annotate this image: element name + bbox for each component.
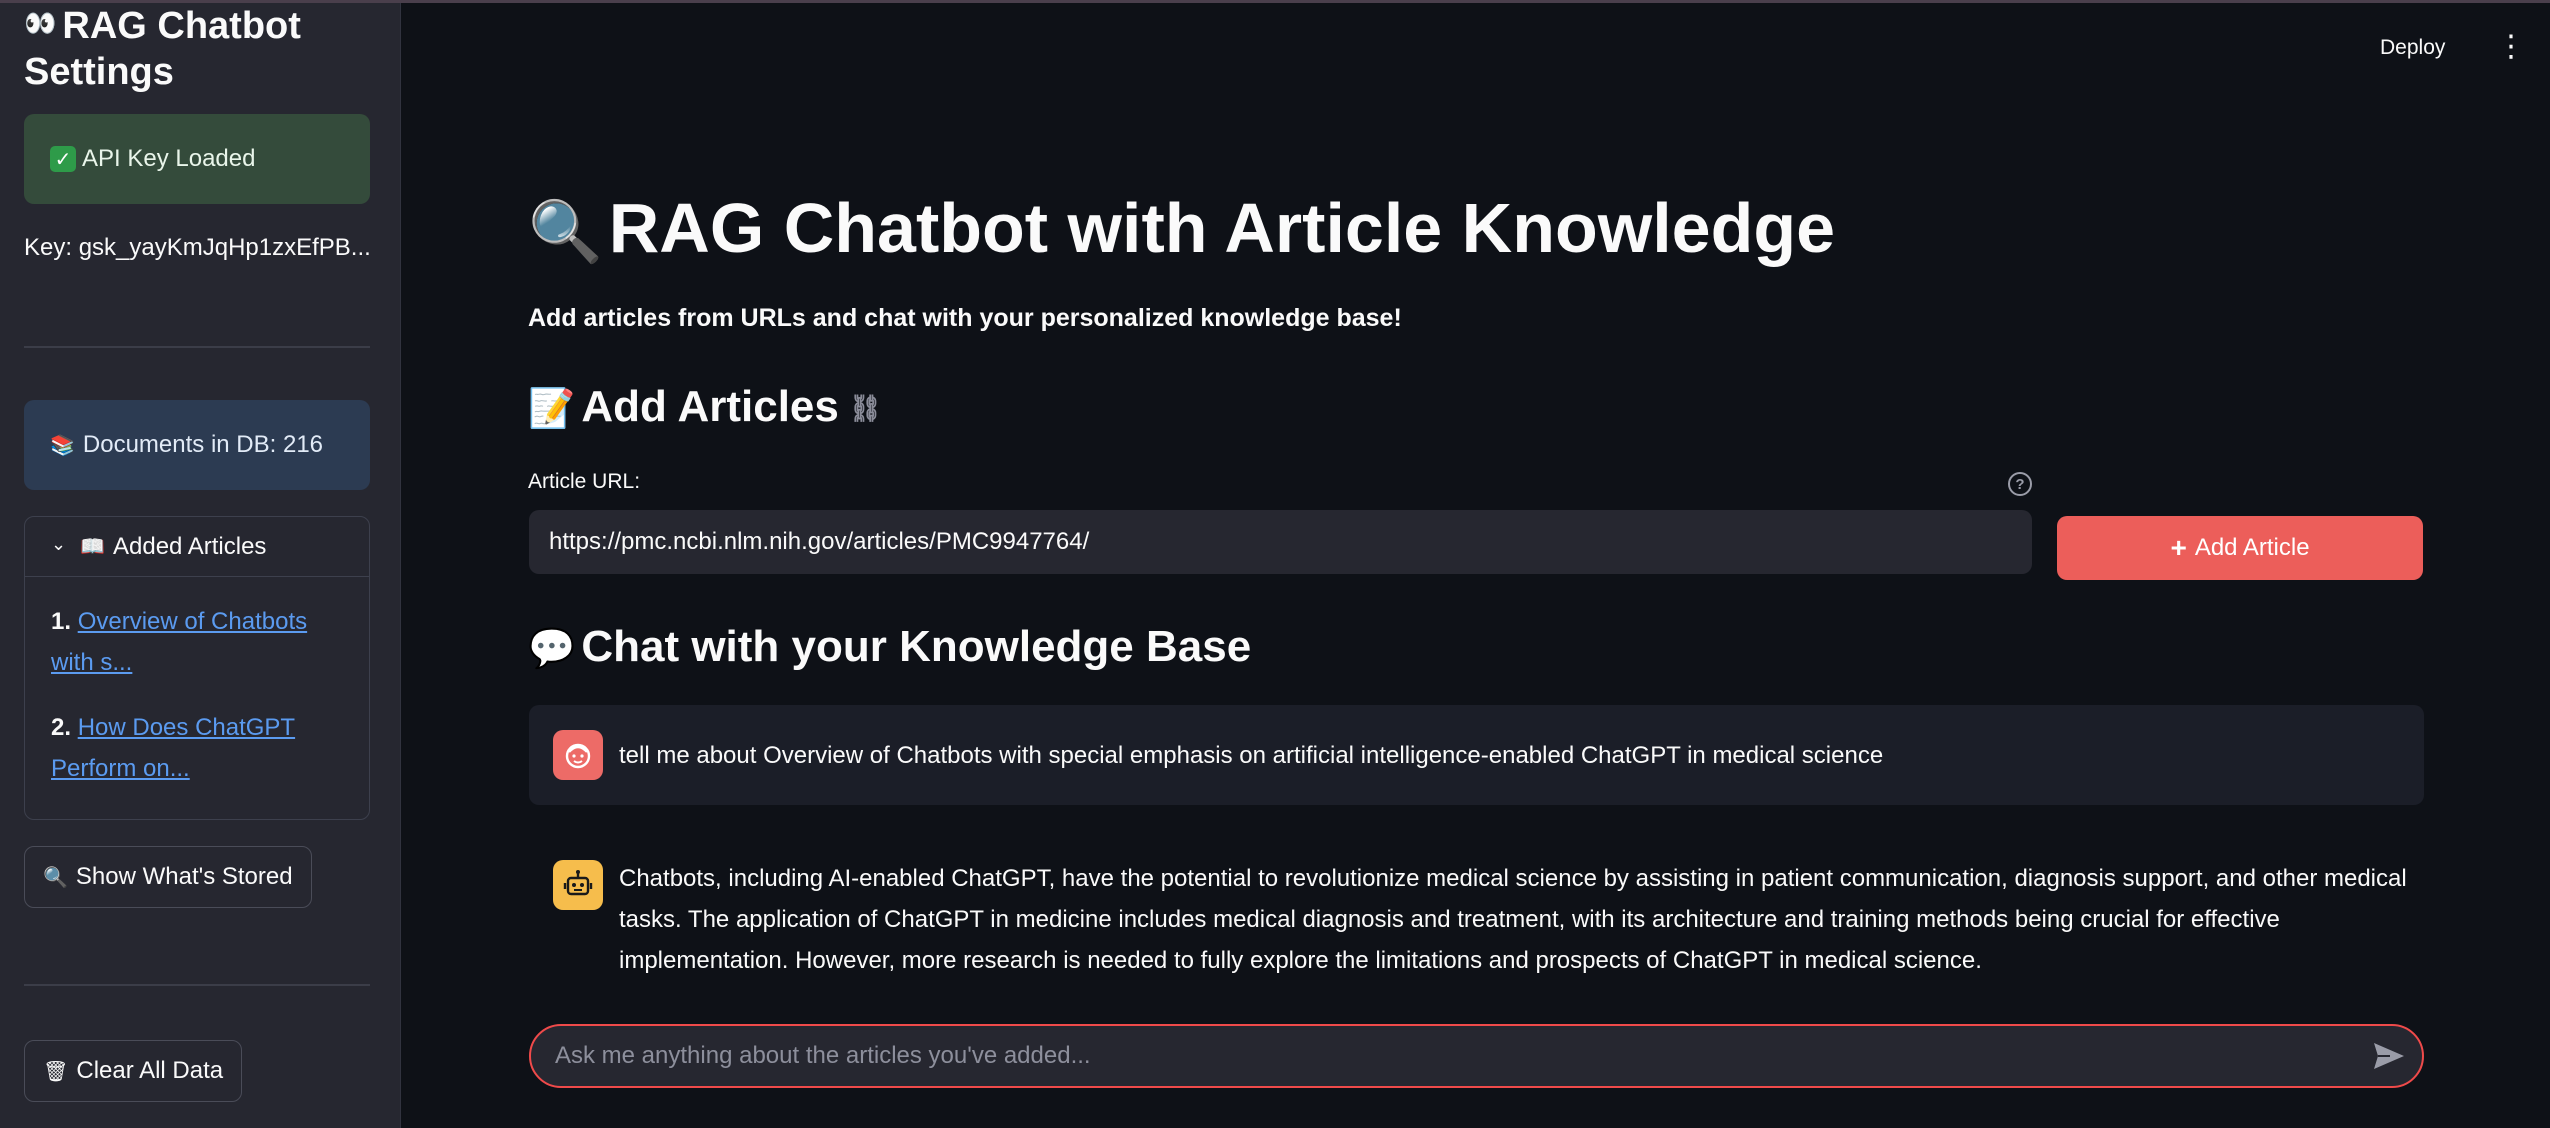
article-item: 1. Overview of Chatbots with s... <box>51 601 343 683</box>
show-stored-button[interactable]: 🔍 Show What's Stored <box>24 846 312 908</box>
api-key-text: Key: gsk_yayKmJqHp1zxEfPB... <box>24 234 371 261</box>
article-url-label: Article URL: <box>528 470 641 493</box>
add-articles-heading: 📝 Add Articles ⛓ <box>528 382 882 431</box>
article-url-input[interactable] <box>529 510 2032 574</box>
page-title: 🔍RAG Chatbot with Article Knowledge <box>528 189 1836 267</box>
api-key-status-box: ✓ API Key Loaded <box>24 114 370 204</box>
chat-heading: 💬 Chat with your Knowledge Base <box>528 622 1252 671</box>
link-icon[interactable]: ⛓ <box>849 393 882 423</box>
added-articles-expander: ⌄ 📖 Added Articles 1. Overview of Chatbo… <box>24 516 370 820</box>
speech-bubble-icon: 💬 <box>528 628 576 670</box>
top-accent-line <box>0 0 2550 3</box>
documents-count-box: 📚 Documents in DB: 216 <box>24 400 370 490</box>
add-article-label: Add Article <box>2194 534 2310 561</box>
article-list: 1. Overview of Chatbots with s... 2. How… <box>25 577 369 789</box>
trash-icon: 🗑 <box>43 1060 69 1083</box>
plus-icon: + <box>2170 532 2187 563</box>
show-stored-label: Show What's Stored <box>75 863 293 890</box>
expander-header[interactable]: ⌄ 📖 Added Articles <box>25 517 369 577</box>
article-link[interactable]: Overview of Chatbots with s... <box>51 608 307 676</box>
deploy-button[interactable]: Deploy <box>2380 36 2445 60</box>
robot-avatar-icon <box>553 860 603 910</box>
user-message: tell me about Overview of Chatbots with … <box>529 705 2424 805</box>
expander-label: Added Articles <box>113 532 267 560</box>
send-icon[interactable] <box>2372 1040 2406 1072</box>
check-icon: ✓ <box>50 146 76 172</box>
eyes-icon: 👀 <box>24 8 57 38</box>
clear-all-data-button[interactable]: 🗑 Clear All Data <box>24 1040 243 1102</box>
clear-all-data-label: Clear All Data <box>76 1057 224 1084</box>
user-avatar-icon <box>553 730 603 780</box>
page-subtitle: Add articles from URLs and chat with you… <box>528 304 1402 332</box>
article-number: 1. <box>51 608 72 635</box>
documents-count-text: Documents in DB: 216 <box>82 431 324 458</box>
api-key-status-text: API Key Loaded <box>82 145 256 172</box>
article-link[interactable]: How Does ChatGPT Perform on... <box>51 714 295 782</box>
open-book-icon: 📖 <box>80 536 105 558</box>
sidebar-divider <box>24 346 370 348</box>
sidebar: 👀 RAG Chatbot Settings ✓ API Key Loaded K… <box>0 0 401 1128</box>
sidebar-divider <box>24 984 370 986</box>
add-article-button[interactable]: + Add Article <box>2057 516 2423 580</box>
article-number: 2. <box>51 714 72 741</box>
article-item: 2. How Does ChatGPT Perform on... <box>51 707 343 789</box>
assistant-message: Chatbots, including AI-enabled ChatGPT, … <box>529 840 2424 990</box>
magnifier-icon: 🔍 <box>43 866 68 889</box>
sidebar-title: 👀 RAG Chatbot Settings <box>24 5 301 93</box>
kebab-menu-icon[interactable]: ⋮ <box>2496 32 2526 64</box>
user-message-text: tell me about Overview of Chatbots with … <box>619 742 1884 769</box>
magnifier-icon: 🔍 <box>528 198 603 265</box>
chat-input[interactable] <box>529 1024 2424 1088</box>
assistant-message-text: Chatbots, including AI-enabled ChatGPT, … <box>619 865 2407 974</box>
help-icon[interactable]: ? <box>2008 472 2032 496</box>
books-icon: 📚 <box>50 434 75 457</box>
chevron-down-icon: ⌄ <box>51 534 67 554</box>
memo-icon: 📝 <box>528 388 576 430</box>
